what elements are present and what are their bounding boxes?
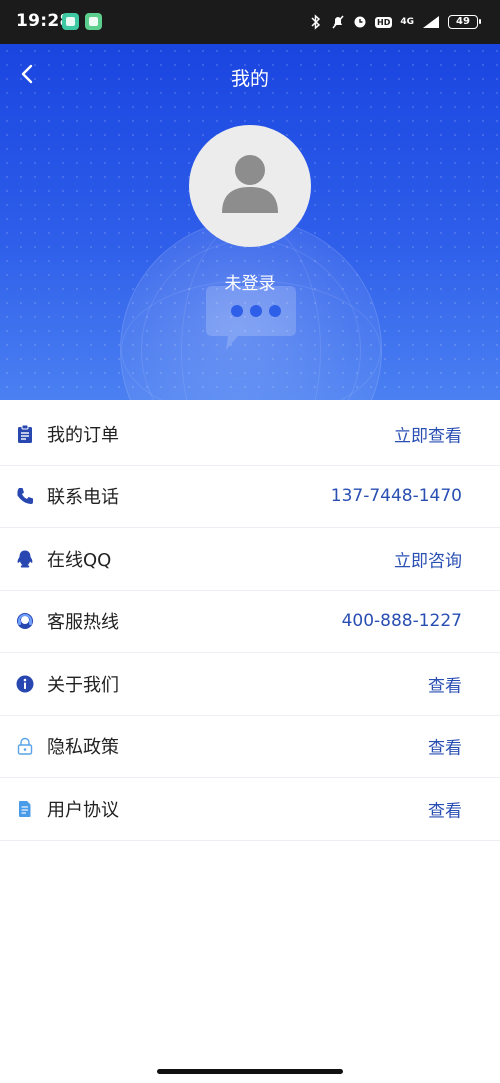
menu-item-value[interactable]: 400-888-1227 — [342, 611, 462, 631]
menu-item-orders[interactable]: 我的订单 立即查看 — [0, 403, 500, 466]
menu-item-value[interactable]: 137-7448-1470 — [331, 486, 462, 506]
menu-item-label: 客服热线 — [47, 612, 119, 634]
menu-item-label: 联系电话 — [47, 487, 119, 509]
mute-icon — [332, 15, 344, 29]
menu-item-value[interactable]: 立即咨询 — [394, 546, 462, 571]
menu-item-label: 我的订单 — [47, 424, 119, 446]
page-title: 我的 — [230, 68, 269, 90]
menu-item-value[interactable]: 立即查看 — [394, 421, 462, 446]
menu-item-label: 在线QQ — [47, 549, 112, 571]
menu-item-label: 用户协议 — [47, 799, 119, 821]
alarm-icon — [354, 16, 366, 28]
menu-item-phone[interactable]: 联系电话 137-7448-1470 — [0, 466, 500, 528]
profile-header: 我的 未登录 — [0, 44, 500, 400]
menu-list: 我的订单 立即查看 联系电话 137-7448-1470 在线QQ 立即咨询 客… — [0, 403, 500, 841]
menu-item-label: 隐私政策 — [47, 737, 119, 759]
network-type: 4G — [400, 16, 414, 27]
avatar[interactable] — [189, 125, 311, 247]
home-indicator[interactable] — [157, 1069, 343, 1074]
phone-icon — [17, 488, 33, 505]
menu-item-about[interactable]: 关于我们 查看 — [0, 653, 500, 716]
clipboard-icon — [18, 424, 32, 443]
status-bar: 19:28 HD 4G 49 — [0, 0, 500, 44]
signal-icon — [423, 16, 439, 28]
battery-indicator: 49 — [448, 15, 481, 29]
menu-item-qq[interactable]: 在线QQ 立即咨询 — [0, 528, 500, 591]
user-silhouette-icon — [222, 155, 278, 213]
bluetooth-icon — [311, 14, 321, 30]
hd-badge: HD — [375, 16, 393, 28]
app-notification-icon — [62, 13, 79, 30]
menu-item-hotline[interactable]: 客服热线 400-888-1227 — [0, 591, 500, 653]
menu-item-value[interactable]: 查看 — [428, 796, 462, 821]
menu-item-privacy[interactable]: 隐私政策 查看 — [0, 716, 500, 778]
login-status[interactable]: 未登录 — [0, 269, 500, 294]
menu-item-value[interactable]: 查看 — [428, 734, 462, 759]
qq-icon — [17, 550, 33, 568]
info-icon — [16, 675, 34, 693]
document-icon — [19, 800, 31, 817]
lock-icon — [17, 738, 33, 755]
menu-item-value[interactable]: 查看 — [428, 671, 462, 696]
menu-item-label: 关于我们 — [47, 674, 119, 696]
menu-item-agreement[interactable]: 用户协议 查看 — [0, 778, 500, 841]
headset-icon — [17, 613, 33, 630]
tool-notification-icon — [85, 13, 102, 30]
